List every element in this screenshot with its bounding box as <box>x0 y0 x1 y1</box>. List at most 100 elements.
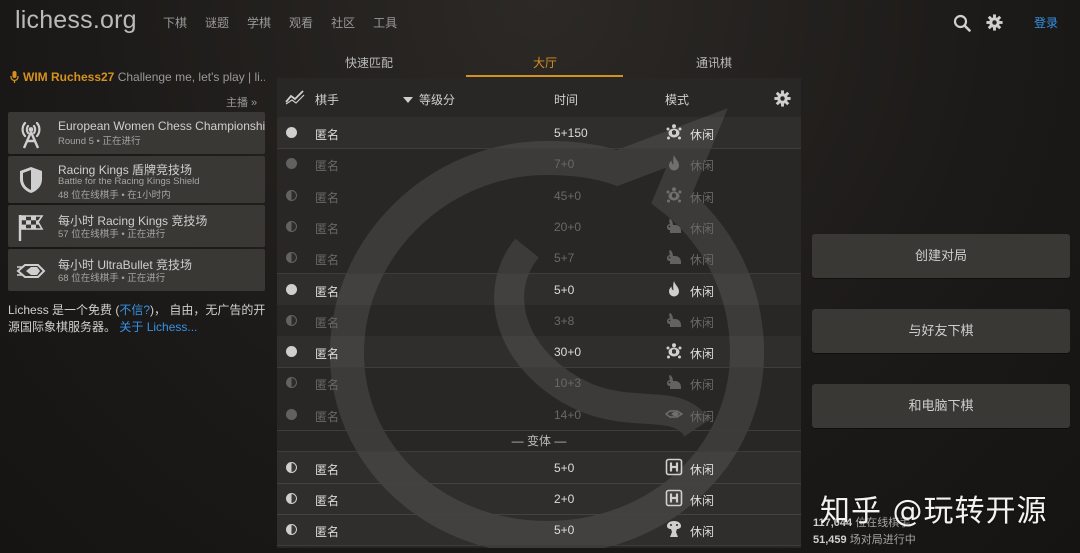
play-with-computer-button[interactable]: 和电脑下棋 <box>812 384 1070 428</box>
tournament-item[interactable]: 每小时 Racing Kings 竞技场 57 位在线棋手 • 正在进行 <box>8 205 265 247</box>
row-player: 匿名 <box>315 315 340 330</box>
lobby-row[interactable]: 匿名 45+0 休闲 <box>277 180 801 211</box>
lobby-tabs: 快速匹配 大厅 通讯棋 <box>277 48 801 76</box>
tournament-subtitle: Battle for the Racing Kings Shield <box>58 176 200 187</box>
row-time: 10+3 <box>554 376 582 391</box>
lobby-row[interactable]: 匿名 14+0 休闲 <box>277 399 801 430</box>
rabbit-icon <box>667 218 681 233</box>
lobby-row[interactable]: 匿名 5+0 休闲 <box>277 452 801 483</box>
tournament-item[interactable]: European Women Chess Championship Round … <box>8 112 265 154</box>
nav-learn[interactable]: 学棋 <box>247 14 271 31</box>
nav-watch[interactable]: 观看 <box>289 14 313 31</box>
create-game-button[interactable]: 创建对局 <box>812 234 1070 278</box>
white-side-icon <box>286 283 297 295</box>
random-side-icon <box>286 252 297 264</box>
site-logo[interactable]: lichess.org <box>15 6 137 35</box>
login-link[interactable]: 登录 <box>1034 14 1058 31</box>
rabbit-icon <box>667 312 681 327</box>
row-player: 匿名 <box>315 253 340 268</box>
lobby-row[interactable]: 匿名 2+0 休闲 <box>277 483 801 514</box>
search-icon[interactable] <box>953 14 971 32</box>
streamers-more-link[interactable]: 主播 » <box>226 94 257 110</box>
graph-icon[interactable] <box>285 89 305 105</box>
lobby-row[interactable]: 匿名 5+0 休闲 <box>277 514 801 545</box>
row-time: 5+7 <box>554 251 575 266</box>
lobby-table-header: 棋手 等级分 时间 模式 <box>277 78 801 118</box>
row-time: 5+150 <box>554 126 588 140</box>
random-side-icon <box>286 493 297 504</box>
row-player: 匿名 <box>315 221 340 236</box>
row-player: 匿名 <box>315 378 340 393</box>
nav-puzzles[interactable]: 谜题 <box>205 14 229 31</box>
microphone-icon <box>10 71 19 83</box>
nav-play[interactable]: 下棋 <box>163 14 187 31</box>
lobby-row[interactable]: 匿名 10+3 休闲 <box>277 367 801 398</box>
row-player: 匿名 <box>315 409 340 424</box>
checkered-flag-icon <box>18 215 44 241</box>
row-mode: 休闲 <box>690 409 715 424</box>
streamer-item[interactable]: WIM Ruchess27 Challenge me, let's play |… <box>10 70 265 84</box>
lobby-row[interactable]: 匿名 5+0 休闲 <box>277 274 801 305</box>
lobby-row[interactable]: 匿名 3+8 休闲 <box>277 305 801 336</box>
row-time: 20+0 <box>554 219 582 234</box>
row-player: 匿名 <box>315 525 340 539</box>
tournament-status: 68 位在线棋手 • 正在进行 <box>58 273 166 284</box>
tab-lobby[interactable]: 大厅 <box>533 54 557 71</box>
lobby-row[interactable]: 匿名 20+0 休闲 <box>277 211 801 242</box>
tab-correspondence[interactable]: 通讯棋 <box>696 54 732 71</box>
row-mode: 休闲 <box>690 253 715 268</box>
watermark-text: 知乎 @玩转开源 <box>820 494 1048 529</box>
lobby-row[interactable]: 匿名 30+0 休闲 <box>277 336 801 367</box>
random-side-icon <box>286 462 297 473</box>
row-time: 45+0 <box>554 188 582 203</box>
lobby-row[interactable]: 匿名 5+7 休闲 <box>277 242 801 273</box>
gear-icon[interactable] <box>774 90 791 107</box>
lobby-row[interactable]: 匿名 5+150 休闲 <box>277 117 801 148</box>
fire-icon <box>669 280 679 296</box>
white-side-icon <box>286 158 297 170</box>
gear-icon[interactable] <box>986 14 1003 31</box>
horde-icon <box>665 489 683 507</box>
about-lichess-link[interactable]: 关于 Lichess... <box>119 320 197 334</box>
column-rating-label: 等级分 <box>419 93 456 107</box>
row-mode: 休闲 <box>690 221 715 236</box>
nav-tools[interactable]: 工具 <box>373 14 397 31</box>
random-side-icon <box>286 524 297 535</box>
row-divider <box>277 545 801 546</box>
active-tab-indicator <box>466 75 623 77</box>
atomic-icon <box>667 521 681 537</box>
column-mode[interactable]: 模式 <box>665 91 689 108</box>
row-mode: 休闲 <box>690 378 715 393</box>
row-mode: 休闲 <box>690 159 715 174</box>
row-player: 匿名 <box>315 463 340 477</box>
tournament-status: 48 位在线棋手 • 在1小时内 <box>58 190 171 201</box>
lobby-table: 棋手 等级分 时间 模式 匿名 5+150 休闲 匿名 7+0 休闲 匿名 45+0 休闲 匿名 2… <box>277 78 801 548</box>
games-label: 场对局进行中 <box>846 534 916 546</box>
white-side-icon <box>286 408 297 420</box>
row-time: 2+0 <box>554 492 575 506</box>
ongoing-games-count[interactable]: 51,459 场对局进行中 <box>813 532 916 549</box>
column-rating[interactable]: 等级分 <box>403 91 455 108</box>
play-with-friend-button[interactable]: 与好友下棋 <box>812 309 1070 353</box>
streamer-message: Challenge me, let's play | li... <box>114 70 265 84</box>
random-side-icon <box>286 189 297 201</box>
about-proof-link[interactable]: 不信? <box>119 303 150 317</box>
rabbit-icon <box>667 250 681 265</box>
tournament-item[interactable]: 每小时 UltraBullet 竞技场 68 位在线棋手 • 正在进行 <box>8 249 265 291</box>
row-player: 匿名 <box>315 128 340 142</box>
column-time[interactable]: 时间 <box>554 91 578 108</box>
row-mode: 休闲 <box>690 525 715 539</box>
tournament-item[interactable]: Racing Kings 盾牌竞技场 Battle for the Racing… <box>8 156 265 203</box>
nav-community[interactable]: 社区 <box>331 14 355 31</box>
sort-down-icon <box>403 97 413 103</box>
row-mode: 休闲 <box>690 284 715 299</box>
row-mode: 休闲 <box>690 315 715 330</box>
shield-icon <box>20 167 42 193</box>
row-time: 5+0 <box>554 282 575 297</box>
row-mode: 休闲 <box>690 347 715 362</box>
tab-quick-pairing[interactable]: 快速匹配 <box>345 54 393 71</box>
turtle-icon <box>666 124 682 140</box>
row-time: 5+0 <box>554 461 575 475</box>
lobby-row[interactable]: 匿名 7+0 休闲 <box>277 148 801 179</box>
column-player[interactable]: 棋手 <box>315 91 339 108</box>
